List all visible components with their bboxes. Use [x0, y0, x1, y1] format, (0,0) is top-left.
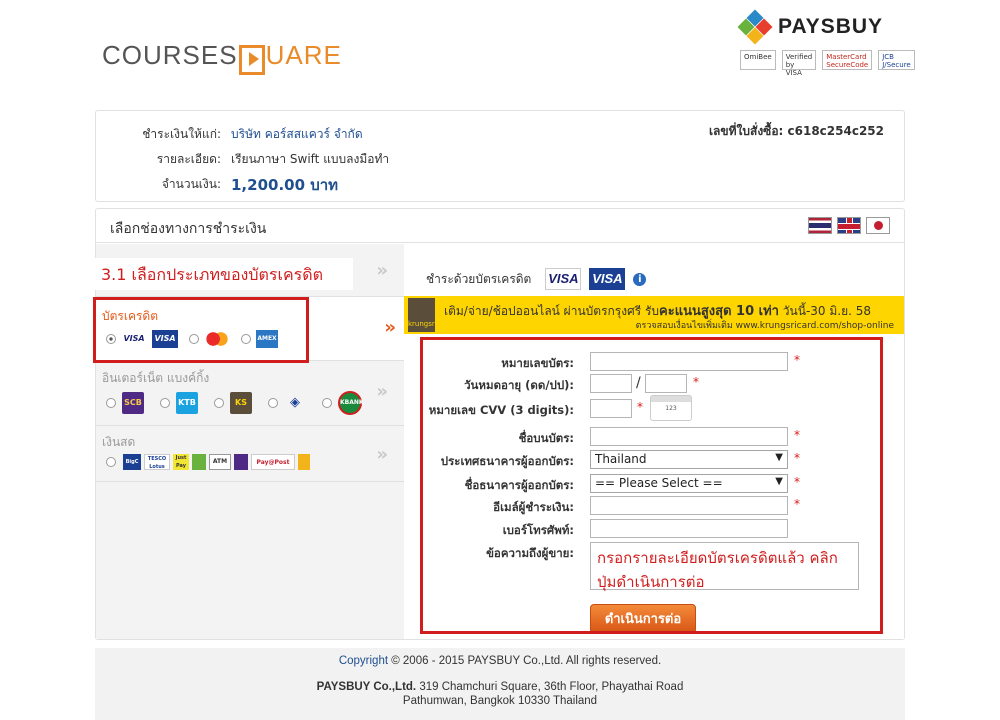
footer: Copyright © 2006 - 2015 PAYSBUY Co.,Ltd.… [95, 648, 905, 720]
security-badges: OmiBee Verified by VISA MasterCard Secur… [740, 50, 915, 77]
play-square-icon [238, 44, 265, 75]
address-line-1: PAYSBUY Co.,Ltd. 319 Chamchuri Square, 3… [316, 681, 684, 693]
logo-text: COURSES [102, 40, 238, 70]
banner-subline: ตรวจสอบเงื่อนไขเพิ่มเติม www.krungsricar… [635, 321, 894, 331]
atm-logo-icon: ATM [209, 454, 231, 470]
visa-debit-icon: VISA [589, 268, 626, 290]
info-icon[interactable]: i [633, 272, 647, 286]
verified-by-visa-badge: Verified by VISA [781, 50, 817, 77]
paysbuy-header: PAYSBUY OmiBee Verified by VISA MasterCa… [737, 9, 915, 77]
jcb-jsecure-badge: JCB J/Secure [878, 50, 915, 70]
address-line-2: Pathumwan, Bangkok 10330 Thailand [402, 695, 598, 707]
copyright-line: Copyright © 2006 - 2015 PAYSBUY Co.,Ltd.… [338, 655, 662, 667]
paysbuy-logo: PAYSBUY [737, 9, 905, 45]
scb-logo-icon: SCB [122, 392, 144, 414]
kbank-logo-icon: KBANK [338, 391, 364, 415]
krungsri-promo-banner[interactable]: krungsri เติม/จ่าย/ช้อปออนไลน์ ผ่านบัตรก… [404, 296, 904, 334]
krungsri-radio[interactable] [214, 398, 224, 408]
language-flags [808, 217, 890, 234]
bbl-logo-icon: ◈ [290, 395, 300, 410]
internet-banking-heading: อินเตอร์เน็ต แบงค์กิ้ง [102, 371, 210, 385]
cash-options: BigC TESCO Lotus Just Pay ATM Pay@Post [106, 454, 310, 470]
pay-with-label: ชำระด้วยบัตรเครดิต [426, 271, 532, 286]
sidebar-section-internet-banking[interactable]: อินเตอร์เน็ต แบงค์กิ้ง SCB KTB KS ◈ KBAN… [96, 361, 404, 426]
scb-cash-logo-icon [234, 454, 248, 470]
annotation-step-label: 3.1 เลือกประเภทของบัตรเครดิต [95, 258, 353, 290]
order-info-box: ชำระเงินให้แก่: บริษัท คอร์สสแควร์ จำกัด… [95, 110, 905, 202]
coursesquare-logo[interactable]: COURSES UARE [102, 40, 342, 75]
sidebar-section-cash[interactable]: เงินสด BigC TESCO Lotus Just Pay ATM Pay… [96, 426, 404, 482]
mastercard-securecode-badge: MasterCard SecureCode [822, 50, 873, 70]
krungsri-logo-icon: krungsri [408, 298, 437, 332]
order-number: เลขที่ใบสั่งซื้อ: c618c254c252 [708, 124, 884, 138]
detail-label: รายละเอียด: [156, 152, 221, 166]
scb-radio[interactable] [106, 398, 116, 408]
paypost-logo-icon: Pay@Post [251, 454, 295, 470]
bbl-radio[interactable] [268, 398, 278, 408]
justpay-logo-icon: Just Pay [173, 454, 189, 470]
omibee-badge: OmiBee [740, 50, 776, 70]
detail-value: เรียนภาษา Swift แบบลงมือทำ [231, 152, 390, 166]
pay-with-row: ชำระด้วยบัตรเครดิต VISA VISA i [426, 268, 647, 290]
chevron-right-icon[interactable]: » [376, 260, 388, 281]
bank-options: SCB KTB KS ◈ KBANK [106, 391, 364, 415]
ktb-logo-icon: KTB [176, 392, 198, 414]
copyright-link[interactable]: Copyright [339, 655, 388, 667]
chevron-right-icon[interactable]: » [376, 381, 388, 402]
paysbuy-star-icon [737, 9, 773, 45]
checkout-page: COURSES UARE PAYSBUY OmiBee Verified by … [0, 0, 1000, 720]
counter-logo-icon [192, 454, 206, 470]
cash-radio[interactable] [106, 457, 116, 467]
ktb-radio[interactable] [160, 398, 170, 408]
annotation-card-type-box [93, 297, 309, 363]
chevron-right-icon[interactable]: » [376, 444, 388, 465]
panel-title: เลือกช่องทางการชำระเงิน [96, 209, 904, 243]
visa-icon: VISA [545, 268, 582, 290]
cash-heading: เงินสด [102, 435, 136, 449]
payee-label: ชำระเงินให้แก่: [142, 127, 221, 141]
extra-logo-icon [298, 454, 310, 470]
japan-flag-icon[interactable] [866, 217, 890, 234]
payee-value: บริษัท คอร์สสแควร์ จำกัด [231, 127, 363, 141]
kbank-radio[interactable] [322, 398, 332, 408]
bigc-logo-icon: BigC [123, 454, 141, 470]
amount-value: 1,200.00 บาท [231, 176, 339, 194]
chevron-right-active-icon[interactable]: » [384, 317, 396, 338]
annotation-form-box [420, 337, 883, 634]
uk-flag-icon[interactable] [837, 217, 861, 234]
thai-flag-icon[interactable] [808, 217, 832, 234]
logo-text-rest: UARE [265, 40, 342, 70]
krungsri-logo-icon: KS [230, 392, 252, 414]
tesco-lotus-logo-icon: TESCO Lotus [144, 454, 170, 470]
amount-label: จำนวนเงิน: [161, 177, 221, 191]
